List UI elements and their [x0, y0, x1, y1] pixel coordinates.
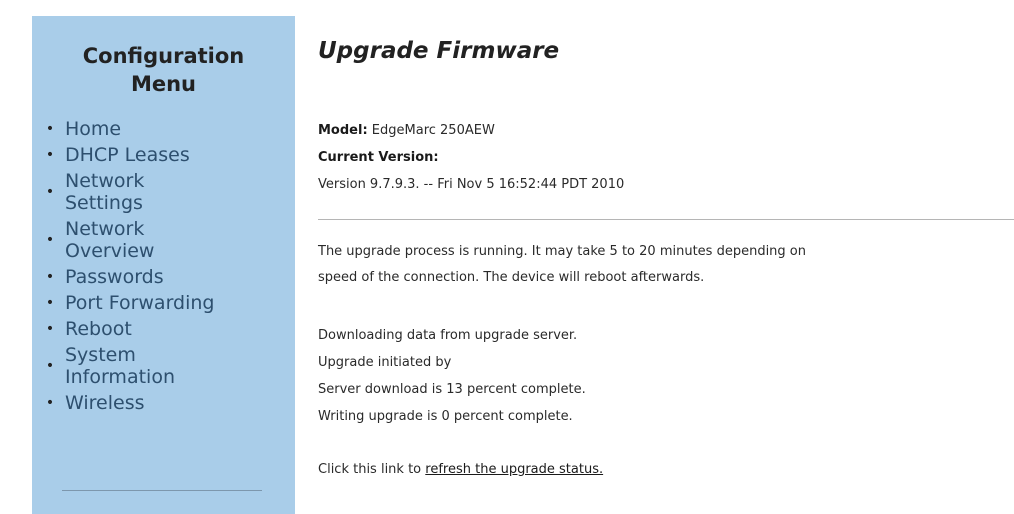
menu-item-label[interactable]: Network Overview — [65, 218, 175, 262]
bullet-icon: • — [45, 395, 55, 411]
model-line: Model: EdgeMarc 250AEW — [318, 123, 495, 138]
menu-item-label[interactable]: Network Settings — [65, 170, 175, 214]
menu-item-network-overview[interactable]: • Network Overview — [32, 218, 295, 262]
bullet-icon: • — [45, 269, 55, 285]
refresh-status-link[interactable]: refresh the upgrade status. — [425, 462, 603, 477]
status-initiated: Upgrade initiated by — [318, 355, 452, 370]
bullet-icon: • — [45, 147, 55, 163]
menu-item-passwords[interactable]: • Passwords — [32, 266, 295, 288]
menu-item-label[interactable]: Home — [65, 118, 121, 140]
menu-divider — [62, 490, 262, 491]
configuration-sidebar: Configuration Menu • Home • DHCP Leases … — [32, 16, 295, 514]
progress-message-line1: The upgrade process is running. It may t… — [318, 244, 806, 259]
bullet-icon: • — [45, 232, 55, 248]
menu-item-label[interactable]: System Information — [65, 344, 215, 388]
menu-item-wireless[interactable]: • Wireless — [32, 392, 295, 414]
menu-item-label[interactable]: Passwords — [65, 266, 164, 288]
progress-message-line2: speed of the connection. The device will… — [318, 270, 705, 285]
status-writing: Writing upgrade is 0 percent complete. — [318, 409, 573, 424]
menu-item-label[interactable]: Reboot — [65, 318, 132, 340]
status-server-download: Server download is 13 percent complete. — [318, 382, 586, 397]
version-text: Version 9.7.9.3. -- Fri Nov 5 16:52:44 P… — [318, 177, 625, 192]
refresh-line: Click this link to refresh the upgrade s… — [318, 462, 603, 477]
menu-item-dhcp-leases[interactable]: • DHCP Leases — [32, 144, 295, 166]
menu-item-reboot[interactable]: • Reboot — [32, 318, 295, 340]
current-version-label: Current Version: — [318, 150, 439, 165]
menu-title: Configuration Menu — [32, 42, 295, 98]
bullet-icon: • — [45, 321, 55, 337]
menu-item-port-forwarding[interactable]: • Port Forwarding — [32, 292, 295, 314]
menu-item-home[interactable]: • Home — [32, 118, 295, 140]
menu-item-network-settings[interactable]: • Network Settings — [32, 170, 295, 214]
menu-title-text: Configuration Menu — [82, 44, 245, 96]
menu-item-label[interactable]: DHCP Leases — [65, 144, 190, 166]
menu-item-label[interactable]: Wireless — [65, 392, 145, 414]
divider — [318, 219, 1014, 220]
refresh-prefix: Click this link to — [318, 462, 426, 477]
status-download: Downloading data from upgrade server. — [318, 328, 578, 343]
model-label: Model: — [318, 123, 368, 138]
bullet-icon: • — [45, 295, 55, 311]
page-title: Upgrade Firmware — [318, 38, 560, 64]
bullet-icon: • — [45, 121, 55, 137]
model-value: EdgeMarc 250AEW — [371, 123, 495, 138]
bullet-icon: • — [45, 184, 55, 200]
menu-item-label[interactable]: Port Forwarding — [65, 292, 215, 314]
menu-list: • Home • DHCP Leases • Network Settings … — [32, 118, 295, 414]
bullet-icon: • — [45, 358, 55, 374]
main-content: Upgrade Firmware Model: EdgeMarc 250AEW … — [318, 0, 1014, 514]
current-version-label-text: Current Version: — [318, 150, 439, 165]
menu-item-system-information[interactable]: • System Information — [32, 344, 295, 388]
